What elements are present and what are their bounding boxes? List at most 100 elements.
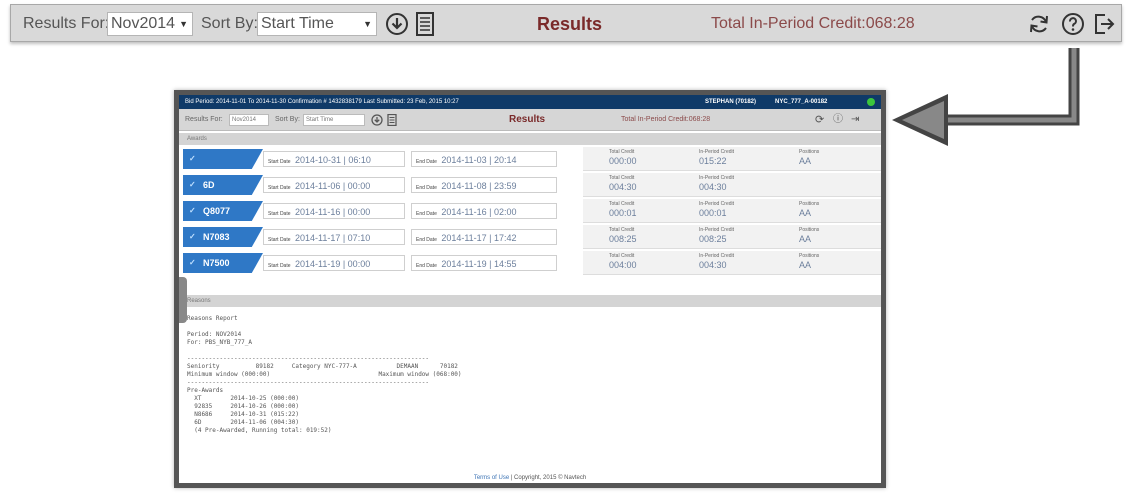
copyright-text: | Copyright, 2015 © Navtech [509,475,587,481]
start-date-value: 2014-11-17 | 07:10 [294,233,371,243]
inner-sort-by-label: Sort By: [275,116,300,123]
start-date-value: 2014-11-16 | 00:00 [294,207,371,217]
refresh-icon[interactable]: ⟳ [815,109,824,131]
positions-label: Positions [799,227,820,233]
status-bar: Bid Period: 2014-11-01 To 2014-11-30 Con… [179,95,881,109]
inner-total-credit: Total In-Period Credit:068:28 [621,116,711,123]
start-date-field: Start Date 2014-11-06 | 00:00 [263,177,405,193]
start-date-label: Start Date [268,185,291,191]
start-date-value: 2014-11-06 | 00:00 [294,181,371,191]
reasons-header[interactable]: Reasons [179,295,881,307]
award-row[interactable]: ✓ Q8077 Start Date 2014-11-16 | 00:00 End… [179,199,881,223]
inner-results-for-select[interactable]: Nov2014 [229,114,269,126]
award-tab[interactable]: ✓ [183,149,263,169]
award-tab[interactable]: ✓ 6D [183,175,263,195]
position-cell: Positions AA [799,227,819,245]
panel-toggle-handle[interactable] [179,277,187,323]
total-credit-label: Total Credit [609,175,635,181]
start-date-field: Start Date 2014-10-31 | 06:10 [263,151,405,167]
positions-label: Positions [799,149,820,155]
inner-toolbar: Results For: Nov2014 Sort By: Start Time… [179,109,881,131]
start-date-field: Start Date 2014-11-17 | 07:10 [263,229,405,245]
end-date-value: 2014-11-19 | 14:55 [441,259,517,269]
award-row[interactable]: ✓ N7500 Start Date 2014-11-19 | 00:00 End… [179,251,881,275]
start-date-value: 2014-11-19 | 00:00 [294,259,371,269]
position-cell: Positions AA [799,253,819,271]
start-date-value: 2014-10-31 | 06:10 [294,155,371,165]
check-icon: ✓ [189,154,196,163]
end-date-value: 2014-11-17 | 17:42 [441,233,517,243]
awards-header: Awards [179,133,881,145]
document-icon[interactable] [387,114,397,126]
status-category: NYC_777_A-00182 [775,99,828,105]
total-credit-label: Total Credit [609,253,635,259]
award-tab-label: 6D [203,180,215,190]
check-icon: ✓ [189,258,196,267]
start-date-field: Start Date 2014-11-19 | 00:00 [263,255,405,271]
start-date-label: Start Date [268,263,291,269]
logout-icon[interactable]: ⇥ [851,109,859,131]
total-credit-value: 004:00 [609,260,637,270]
total-credit-label: Total Credit [609,201,635,207]
position-value: AA [799,234,812,244]
in-period-cell: In-Period Credit 015:22 [699,149,734,167]
footer: Terms of Use | Copyright, 2015 © Navtech [179,473,881,483]
positions-label: Positions [799,201,820,207]
download-circle-icon[interactable] [371,114,383,126]
inner-sort-by-select[interactable]: Start Time [303,114,365,126]
end-date-value: 2014-11-16 | 02:00 [441,207,517,217]
in-period-cell: In-Period Credit 000:01 [699,201,734,219]
start-date-label: Start Date [268,159,291,165]
total-credit-value: 008:25 [609,234,637,244]
end-date-field: End Date 2014-11-16 | 02:00 [411,203,557,219]
position-value: AA [799,208,812,218]
in-period-label: In-Period Credit [699,175,735,181]
check-icon: ✓ [189,206,196,215]
award-tab-label: N7500 [203,258,230,268]
in-period-cell: In-Period Credit 004:30 [699,253,734,271]
award-tab[interactable]: ✓ Q8077 [183,201,263,221]
end-date-value: 2014-11-03 | 20:14 [441,155,517,165]
end-date-value: 2014-11-08 | 23:59 [441,181,517,191]
total-credit-cell: Total Credit 004:00 [609,253,637,271]
end-date-label: End Date [416,237,437,243]
total-credit-value: 004:30 [609,182,637,192]
in-period-value: 000:01 [699,208,727,218]
in-period-cell: In-Period Credit 004:30 [699,175,734,193]
end-date-field: End Date 2014-11-03 | 20:14 [411,151,557,167]
award-tab[interactable]: ✓ N7083 [183,227,263,247]
total-credit-label: Total Credit [609,149,635,155]
start-date-label: Start Date [268,211,291,217]
in-period-label: In-Period Credit [699,149,735,155]
inner-results-for-label: Results For: [185,116,223,123]
start-date-field: Start Date 2014-11-16 | 00:00 [263,203,405,219]
embedded-screenshot: Bid Period: 2014-11-01 To 2014-11-30 Con… [174,90,886,488]
position-cell: Positions AA [799,201,819,219]
in-period-value: 015:22 [699,156,727,166]
award-tab-label: N7083 [203,232,230,242]
terms-link[interactable]: Terms of Use [474,475,509,481]
positions-label: Positions [799,253,820,259]
award-tab-label: Q8077 [203,206,231,216]
position-value: AA [799,260,812,270]
help-icon[interactable]: ⓘ [833,109,843,131]
award-row[interactable]: ✓ N7083 Start Date 2014-11-17 | 07:10 End… [179,225,881,249]
end-date-label: End Date [416,263,437,269]
end-date-field: End Date 2014-11-17 | 17:42 [411,229,557,245]
total-credit-cell: Total Credit 008:25 [609,227,637,245]
in-period-value: 008:25 [699,234,727,244]
total-credit-cell: Total Credit 000:00 [609,149,637,167]
start-date-label: Start Date [268,237,291,243]
in-period-label: In-Period Credit [699,227,735,233]
total-credit-cell: Total Credit 004:30 [609,175,637,193]
position-cell: Positions AA [799,149,819,167]
end-date-field: End Date 2014-11-08 | 23:59 [411,177,557,193]
total-credit-cell: Total Credit 000:01 [609,201,637,219]
award-tab[interactable]: ✓ N7500 [183,253,263,273]
total-credit-value: 000:00 [609,156,637,166]
award-row[interactable]: ✓ 6D Start Date 2014-11-06 | 00:00 End Da… [179,173,881,197]
end-date-field: End Date 2014-11-19 | 14:55 [411,255,557,271]
total-credit-value: 000:01 [609,208,637,218]
in-period-value: 004:30 [699,260,727,270]
award-row[interactable]: ✓ Start Date 2014-10-31 | 06:10 End Date… [179,147,881,171]
